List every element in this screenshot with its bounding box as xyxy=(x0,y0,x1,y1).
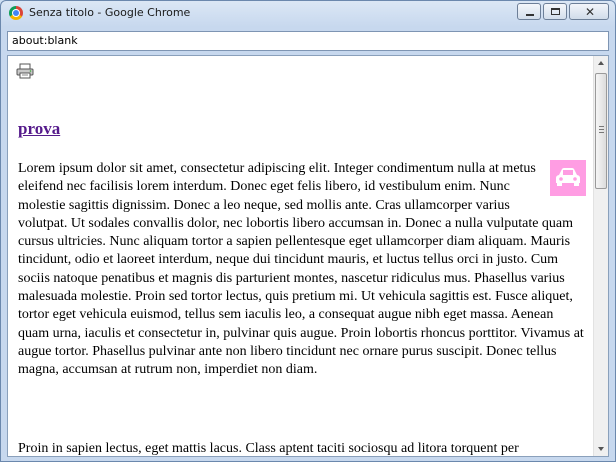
scroll-up-arrow-icon[interactable] xyxy=(594,56,608,71)
scroll-down-arrow-icon[interactable] xyxy=(594,441,608,456)
page-viewport: prova Lorem ipsum dolor sit amet, consec… xyxy=(7,55,609,457)
paragraph-1-text: Lorem ipsum dolor sit amet, consectetur … xyxy=(18,161,584,378)
window-title: Senza titolo - Google Chrome xyxy=(29,6,191,19)
maximize-button[interactable] xyxy=(543,3,567,20)
browser-window: Senza titolo - Google Chrome ✕ about:bla… xyxy=(0,0,616,462)
title-bar[interactable]: Senza titolo - Google Chrome ✕ xyxy=(1,1,615,27)
close-button[interactable]: ✕ xyxy=(569,3,609,20)
car-icon xyxy=(556,168,580,186)
body-paragraph-2: Proin in sapien lectus, eget mattis lacu… xyxy=(18,441,519,456)
maximize-icon xyxy=(551,8,560,15)
body-paragraph-1: Lorem ipsum dolor sit amet, consectetur … xyxy=(18,160,586,380)
page-content: prova Lorem ipsum dolor sit amet, consec… xyxy=(8,56,594,456)
scrollbar-grip-icon xyxy=(599,126,604,133)
scrollbar-thumb[interactable] xyxy=(595,73,607,189)
car-image xyxy=(550,160,586,196)
window-controls: ✕ xyxy=(517,3,609,20)
page-heading-link[interactable]: prova xyxy=(18,119,60,139)
minimize-button[interactable] xyxy=(517,3,541,20)
close-icon: ✕ xyxy=(585,5,596,19)
minimize-icon xyxy=(526,14,534,16)
vertical-scrollbar[interactable] xyxy=(593,56,608,456)
chrome-logo-icon xyxy=(9,6,23,20)
address-bar[interactable]: about:blank xyxy=(7,31,609,51)
printer-icon[interactable] xyxy=(16,63,34,79)
